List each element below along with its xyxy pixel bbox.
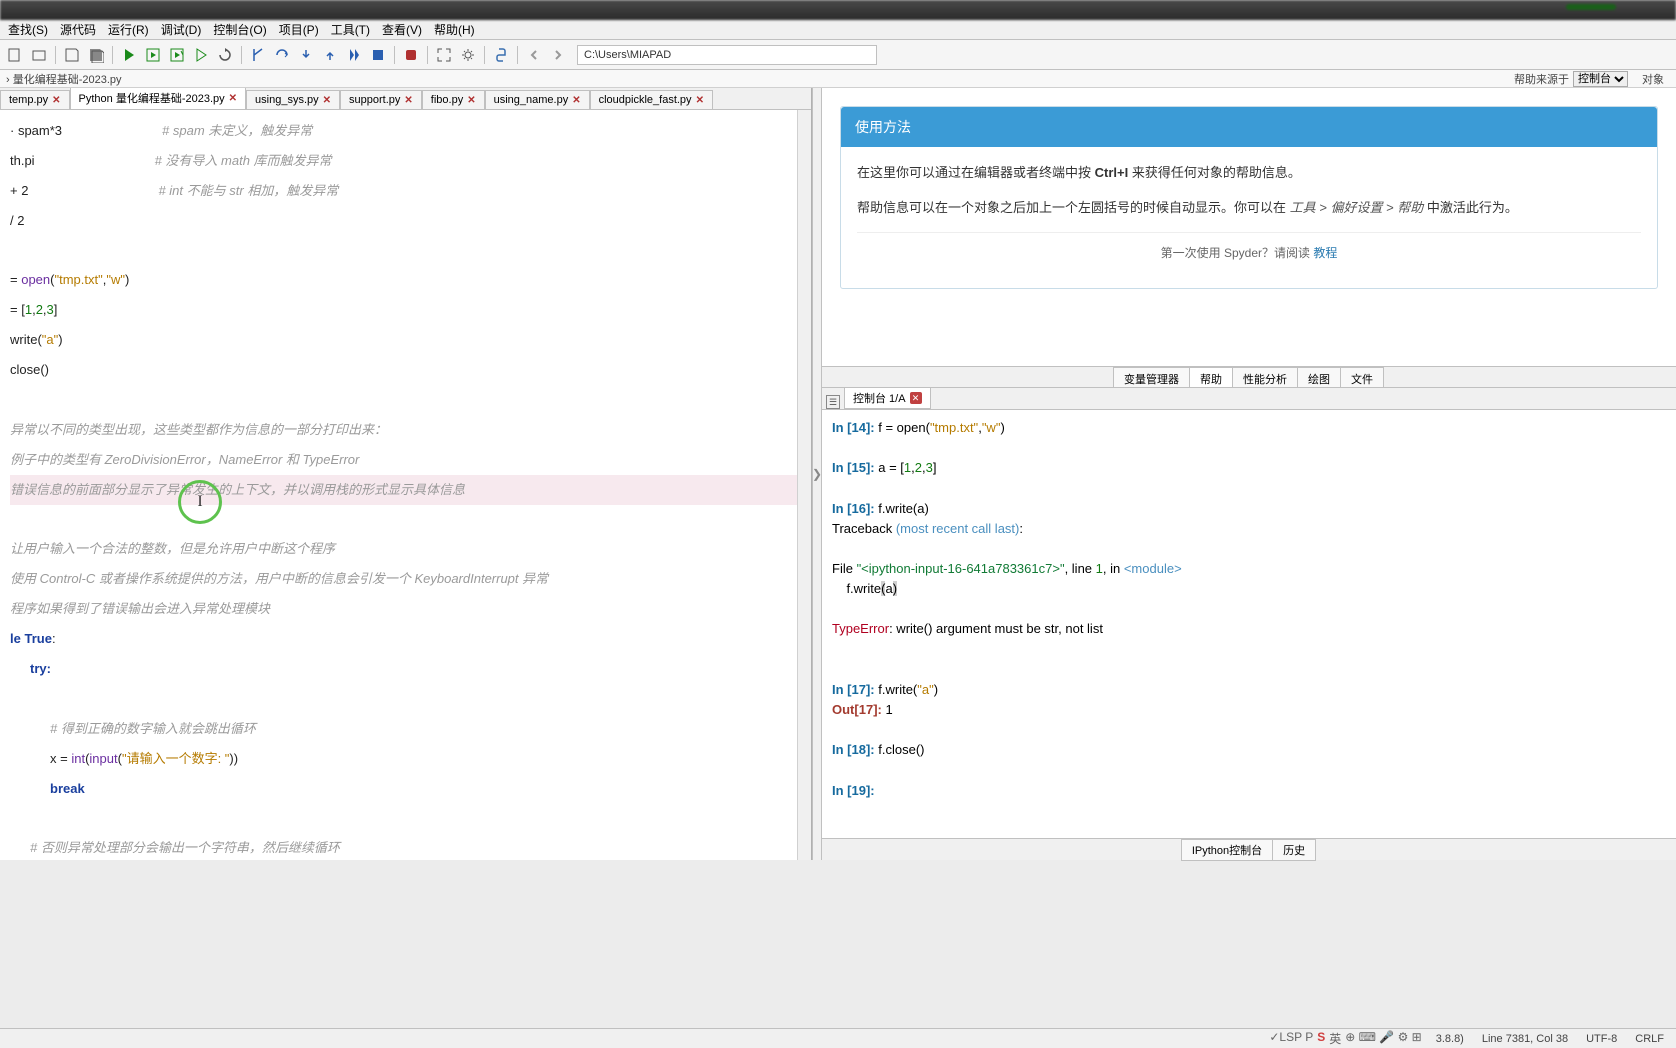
help-pane-tabs: 变量管理器 帮助 性能分析 绘图 文件 xyxy=(822,366,1676,388)
python-version: 3.8.8) xyxy=(1432,1033,1468,1045)
breakpoint-icon[interactable] xyxy=(400,44,422,66)
close-icon[interactable]: ✕ xyxy=(323,95,331,106)
console-tabs: ☰ 控制台 1/A ✕ xyxy=(822,388,1676,410)
menu-find[interactable]: 查找(S) xyxy=(4,21,52,38)
help-source-select[interactable]: 控制台 xyxy=(1573,71,1628,87)
close-icon[interactable]: ✕ xyxy=(572,95,580,106)
run-selection-icon[interactable] xyxy=(190,44,212,66)
help-footer: 第一次使用 Spyder？请阅读 教程 xyxy=(857,232,1641,275)
run-icon[interactable] xyxy=(118,44,140,66)
menu-source[interactable]: 源代码 xyxy=(56,21,100,38)
editor-breadcrumb: › 量化编程基础-2023.py 帮助来源于 控制台 对象 xyxy=(0,70,1676,88)
splitter-handle[interactable]: ❯ xyxy=(812,88,822,860)
close-icon[interactable]: ✕ xyxy=(910,392,922,404)
window-titlebar xyxy=(0,0,1676,20)
run-cell-icon[interactable] xyxy=(142,44,164,66)
tutorial-link[interactable]: 教程 xyxy=(1313,246,1337,260)
tab-temp[interactable]: temp.py✕ xyxy=(0,90,70,109)
step-into-icon[interactable] xyxy=(295,44,317,66)
lsp-status: ✓LSP P xyxy=(1269,1030,1313,1047)
back-icon[interactable] xyxy=(523,44,545,66)
editor-pane: temp.py✕ Python 量化编程基础-2023.py✕ using_sy… xyxy=(0,88,812,860)
right-pane: 使用方法 在这里你可以通过在编辑器或者终端中按 Ctrl+I 来获得任何对象的帮… xyxy=(822,88,1676,860)
line-ending: CRLF xyxy=(1631,1033,1668,1045)
cursor-position: Line 7381, Col 38 xyxy=(1478,1033,1572,1045)
python-path-icon[interactable] xyxy=(490,44,512,66)
open-file-icon[interactable] xyxy=(28,44,50,66)
tab-support[interactable]: support.py✕ xyxy=(340,90,422,109)
menu-console[interactable]: 控制台(O) xyxy=(209,21,270,38)
menu-run[interactable]: 运行(R) xyxy=(104,21,153,38)
stop-debug-icon[interactable] xyxy=(367,44,389,66)
forward-icon[interactable] xyxy=(547,44,569,66)
progress-bar xyxy=(1566,4,1616,10)
close-icon[interactable]: ✕ xyxy=(467,95,475,106)
run-cell-advance-icon[interactable] xyxy=(166,44,188,66)
status-icons: ✓LSP P S 英 ⊕ ⌨ 🎤 ⚙ ⊞ xyxy=(1269,1030,1421,1047)
tab-help[interactable]: 帮助 xyxy=(1189,367,1233,387)
save-icon[interactable] xyxy=(61,44,83,66)
tab-variables[interactable]: 变量管理器 xyxy=(1113,367,1190,387)
help-source-label: 帮助来源于 xyxy=(1514,71,1569,87)
ime-lang[interactable]: 英 xyxy=(1329,1030,1341,1047)
tab-using-name[interactable]: using_name.py✕ xyxy=(485,90,590,109)
step-over-icon[interactable] xyxy=(271,44,293,66)
step-out-icon[interactable] xyxy=(319,44,341,66)
help-text-1: 在这里你可以通过在编辑器或者终端中按 Ctrl+I 来获得任何对象的帮助信息。 xyxy=(857,161,1641,184)
tab-history[interactable]: 历史 xyxy=(1272,839,1316,861)
help-pane: 使用方法 在这里你可以通过在编辑器或者终端中按 Ctrl+I 来获得任何对象的帮… xyxy=(822,88,1676,366)
tab-fibo[interactable]: fibo.py✕ xyxy=(422,90,485,109)
menu-bar: 查找(S) 源代码 运行(R) 调试(D) 控制台(O) 项目(P) 工具(T)… xyxy=(0,20,1676,40)
tab-profiler[interactable]: 性能分析 xyxy=(1232,367,1298,387)
tab-plots[interactable]: 绘图 xyxy=(1297,367,1341,387)
main-split: temp.py✕ Python 量化编程基础-2023.py✕ using_sy… xyxy=(0,88,1676,860)
ipython-console[interactable]: In [14]: f = open("tmp.txt","w") In [15]… xyxy=(822,410,1676,838)
help-object-label: 对象 xyxy=(1642,71,1664,87)
menu-help[interactable]: 帮助(H) xyxy=(430,21,479,38)
tab-ipython[interactable]: IPython控制台 xyxy=(1181,839,1273,861)
menu-view[interactable]: 查看(V) xyxy=(378,21,426,38)
tab-files[interactable]: 文件 xyxy=(1340,367,1384,387)
menu-tools[interactable]: 工具(T) xyxy=(327,21,374,38)
rerun-icon[interactable] xyxy=(214,44,236,66)
new-file-icon[interactable] xyxy=(4,44,26,66)
ime-icon[interactable]: S xyxy=(1317,1030,1325,1047)
console-options-icon[interactable]: ☰ xyxy=(826,395,840,409)
help-card-title: 使用方法 xyxy=(841,107,1657,147)
console-pane-tabs: IPython控制台 历史 xyxy=(822,838,1676,860)
console-pane: ☰ 控制台 1/A ✕ In [14]: f = open("tmp.txt",… xyxy=(822,388,1676,860)
breadcrumb-text: › 量化编程基础-2023.py xyxy=(6,71,122,87)
menu-project[interactable]: 项目(P) xyxy=(275,21,323,38)
help-card: 使用方法 在这里你可以通过在编辑器或者终端中按 Ctrl+I 来获得任何对象的帮… xyxy=(840,106,1658,289)
editor-tabs: temp.py✕ Python 量化编程基础-2023.py✕ using_sy… xyxy=(0,88,811,110)
save-all-icon[interactable] xyxy=(85,44,107,66)
close-icon[interactable]: ✕ xyxy=(52,95,60,106)
tab-cloudpickle[interactable]: cloudpickle_fast.py✕ xyxy=(590,90,713,109)
close-icon[interactable]: ✕ xyxy=(696,95,704,106)
close-icon[interactable]: ✕ xyxy=(229,93,237,104)
minimap[interactable] xyxy=(797,110,811,860)
toolbar xyxy=(0,40,1676,70)
encoding: UTF-8 xyxy=(1582,1033,1621,1045)
status-bar: ✓LSP P S 英 ⊕ ⌨ 🎤 ⚙ ⊞ 3.8.8) Line 7381, C… xyxy=(0,1028,1676,1048)
preferences-icon[interactable] xyxy=(457,44,479,66)
debug-icon[interactable] xyxy=(247,44,269,66)
working-dir-input[interactable] xyxy=(577,45,877,65)
menu-debug[interactable]: 调试(D) xyxy=(157,21,206,38)
tab-main[interactable]: Python 量化编程基础-2023.py✕ xyxy=(70,88,247,109)
maximize-icon[interactable] xyxy=(433,44,455,66)
console-tab-1a[interactable]: 控制台 1/A ✕ xyxy=(844,387,931,409)
code-editor[interactable]: · spam*3# spam 未定义，触发异常 th.pi# 没有导入 math… xyxy=(0,110,811,860)
help-text-2: 帮助信息可以在一个对象之后加上一个左圆括号的时候自动显示。你可以在 工具 > 偏… xyxy=(857,196,1641,219)
continue-icon[interactable] xyxy=(343,44,365,66)
close-icon[interactable]: ✕ xyxy=(404,95,412,106)
tab-using-sys[interactable]: using_sys.py✕ xyxy=(246,90,340,109)
